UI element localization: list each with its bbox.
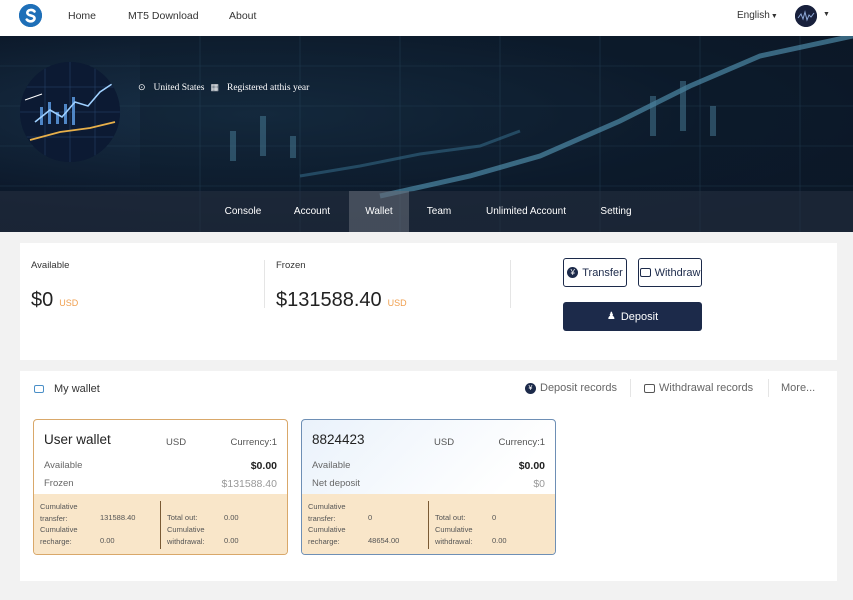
deposit-records-label: Deposit records — [540, 382, 618, 394]
total-out-value: 0 — [492, 513, 497, 522]
deposit-records-link[interactable]: ¥ Deposit records — [525, 382, 617, 394]
nav-mt5-download-link[interactable]: MT5 Download — [128, 10, 199, 22]
withdraw-label: Withdraw — [654, 266, 701, 279]
profile-registered: Registered atthis year — [227, 82, 310, 93]
wallet-icon — [34, 385, 44, 393]
user-wallet-card[interactable]: User wallet USD Currency:1 Available $0.… — [33, 419, 288, 555]
cum-withdrawal-label: Cumulative withdrawal: — [167, 525, 205, 546]
language-label: English — [737, 10, 770, 21]
profile-chart-image-icon — [20, 62, 120, 162]
tab-console[interactable]: Console — [212, 191, 274, 232]
wallet-net-deposit-value: $0 — [533, 478, 545, 490]
wallet-currency-rate: Currency:1 — [498, 437, 545, 448]
transfer-button[interactable]: ¥ Transfer — [563, 258, 627, 287]
deposit-label: Deposit — [620, 310, 659, 323]
account-subnav: Console Account Wallet Team Unlimited Ac… — [0, 191, 853, 232]
top-navbar: Home MT5 Download About English▼ ▼ — [0, 0, 853, 36]
divider — [160, 501, 161, 549]
total-out-label: Total out: — [435, 513, 466, 522]
wallet-frozen-label: Frozen — [44, 478, 74, 489]
available-label: Available — [31, 260, 70, 271]
logo-s-icon — [19, 4, 42, 27]
divider — [264, 260, 265, 308]
balance-summary-card: Available $0 USD Frozen $131588.40 USD ¥ T… — [20, 243, 837, 360]
cum-recharge-value: 0.00 — [100, 536, 115, 545]
cum-recharge-label: Cumulative recharge: — [40, 525, 78, 546]
yen-coin-icon: ¥ — [567, 267, 579, 278]
profile-picture — [20, 62, 120, 162]
account-wallet-card[interactable]: 8824423 USD Currency:1 Available $0.00 N… — [301, 419, 556, 555]
chevron-down-icon: ▼ — [770, 13, 778, 20]
cum-withdrawal-value: 0.00 — [224, 536, 239, 545]
location-pin-icon: ⊙ — [138, 82, 146, 92]
frozen-value: $131588.40 — [276, 289, 382, 311]
total-out-label: Total out: — [167, 513, 198, 522]
profile-meta: ⊙ United States ▦ Registered atthis year — [138, 82, 309, 93]
cum-recharge-label: Cumulative recharge: — [308, 525, 346, 546]
more-link[interactable]: More... — [781, 382, 815, 394]
calendar-icon: ▦ — [210, 82, 219, 92]
profile-hero-banner: ⊙ United States ▦ Registered atthis year… — [0, 36, 853, 232]
available-value: $0 — [31, 289, 54, 311]
wallet-available-value: $0.00 — [250, 460, 277, 472]
tab-setting[interactable]: Setting — [588, 191, 644, 232]
yen-coin-icon: ¥ — [525, 382, 536, 394]
divider — [630, 379, 631, 397]
total-out-value: 0.00 — [224, 513, 239, 522]
withdrawal-records-link[interactable]: Withdrawal records — [644, 382, 753, 394]
wallet-stats-footer: Cumulative transfer: 0 Cumulative rechar… — [302, 494, 555, 554]
cum-transfer-value: 131588.40 — [100, 513, 136, 522]
cum-recharge-value: 48654.00 — [368, 536, 400, 545]
available-amount: $0 USD — [31, 289, 78, 312]
divider — [768, 379, 769, 397]
tab-team[interactable]: Team — [414, 191, 464, 232]
withdrawal-records-label: Withdrawal records — [659, 382, 754, 394]
wallet-icon — [644, 383, 655, 393]
frozen-amount: $131588.40 USD — [276, 289, 407, 312]
frozen-label: Frozen — [276, 260, 306, 271]
wallet-currency: USD — [166, 437, 187, 448]
avatar-image-icon — [795, 5, 817, 27]
profile-location: United States — [153, 82, 205, 93]
wallet-currency: USD — [434, 437, 455, 448]
nav-about-link[interactable]: About — [229, 10, 256, 22]
deposit-button[interactable]: ♟ Deposit — [563, 302, 702, 331]
tab-unlimited-account[interactable]: Unlimited Account — [476, 191, 576, 232]
cum-withdrawal-label: Cumulative withdrawal: — [435, 525, 473, 546]
wallet-currency-rate: Currency:1 — [230, 437, 277, 448]
wallet-stats-footer: Cumulative transfer: 131588.40 Cumulativ… — [34, 494, 287, 554]
divider — [510, 260, 511, 308]
user-avatar[interactable] — [795, 5, 817, 27]
available-currency: USD — [59, 298, 79, 308]
cum-withdrawal-value: 0.00 — [492, 536, 507, 545]
language-selector[interactable]: English▼ — [737, 10, 778, 21]
wallet-net-deposit-label: Net deposit — [312, 478, 361, 489]
cum-transfer-value: 0 — [368, 513, 373, 522]
nav-home-link[interactable]: Home — [68, 10, 96, 22]
wallet-title: 8824423 — [312, 432, 365, 447]
my-wallet-title: My wallet — [54, 383, 100, 395]
brand-logo[interactable] — [19, 4, 42, 27]
wallet-available-value: $0.00 — [518, 460, 545, 472]
divider — [428, 501, 429, 549]
tab-account[interactable]: Account — [281, 191, 343, 232]
wallet-available-label: Available — [312, 460, 351, 471]
cum-transfer-label: Cumulative transfer: — [40, 502, 78, 523]
transfer-label: Transfer — [582, 266, 623, 279]
wallet-frozen-value: $131588.40 — [221, 478, 277, 490]
tab-wallet[interactable]: Wallet — [349, 191, 409, 232]
frozen-currency: USD — [387, 298, 407, 308]
wallet-available-label: Available — [44, 460, 83, 471]
avatar-chevron-down-icon[interactable]: ▼ — [823, 11, 830, 18]
withdraw-button[interactable]: Withdraw — [638, 258, 702, 287]
wallet-title: User wallet — [44, 432, 111, 447]
my-wallet-section: My wallet ¥ Deposit records Withdrawal r… — [20, 371, 837, 581]
money-bag-icon: ♟ — [606, 311, 616, 322]
cum-transfer-label: Cumulative transfer: — [308, 502, 346, 523]
wallet-icon — [639, 268, 651, 277]
